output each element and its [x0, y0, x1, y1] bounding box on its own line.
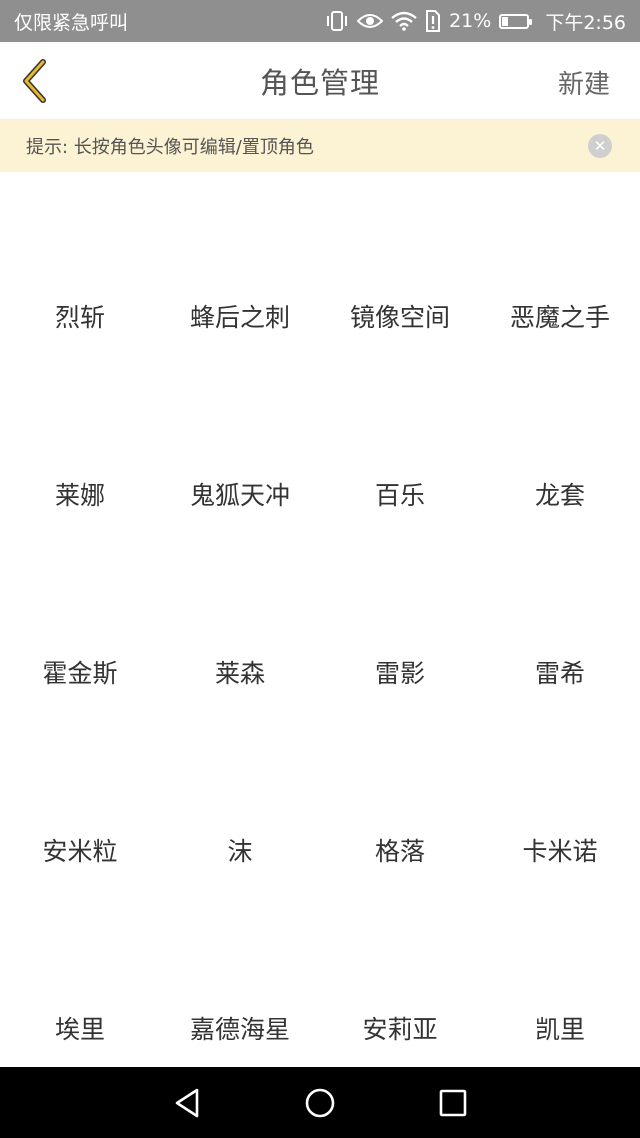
role-card[interactable]: 鬼狐天冲: [160, 382, 320, 560]
avatar[interactable]: [357, 382, 443, 468]
role-name: 莱娜: [54, 481, 105, 510]
avatar[interactable]: [197, 738, 283, 824]
role-card[interactable]: 卡米诺: [480, 738, 640, 916]
circle-home-icon[interactable]: [295, 1078, 345, 1128]
role-grid: 烈斩 蜂后之刺 镜像空间 恶魔之手莱娜 鬼狐天冲 百乐 龙套霍金斯 莱森 雷影 雷希安米粒 沫 格落 卡…: [0, 172, 640, 1067]
role-name: 安莉亚: [362, 1015, 438, 1044]
battery-icon: [499, 13, 533, 29]
role-name: 莱森: [214, 659, 265, 688]
carrier-text: 仅限紧急呼叫: [14, 11, 129, 34]
role-card[interactable]: 霍金斯: [0, 560, 160, 738]
role-card[interactable]: 蜂后之刺: [160, 204, 320, 382]
clock: 下午2:56: [545, 11, 626, 34]
eye-icon: [357, 9, 384, 33]
vibrate-icon: [325, 9, 349, 33]
role-card[interactable]: 沫: [160, 738, 320, 916]
system-nav-bar: [0, 1067, 640, 1138]
role-card[interactable]: 莱森: [160, 560, 320, 738]
avatar[interactable]: [517, 204, 603, 290]
battery-percent: 21%: [449, 10, 492, 32]
chevron-left-icon: [23, 59, 46, 103]
role-name: 霍金斯: [42, 659, 118, 688]
back-button[interactable]: [14, 56, 54, 106]
role-name: 卡米诺: [522, 837, 598, 866]
role-card[interactable]: 烈斩: [0, 204, 160, 382]
avatar[interactable]: [357, 204, 443, 290]
role-card[interactable]: 恶魔之手: [480, 204, 640, 382]
tip-text: 提示: 长按角色头像可编辑/置顶角色: [26, 137, 314, 158]
role-card[interactable]: 格落: [320, 738, 480, 916]
avatar[interactable]: [197, 560, 283, 646]
avatar[interactable]: [197, 382, 283, 468]
role-name: 雷希: [534, 659, 585, 688]
role-name: 嘉德海星: [189, 1015, 290, 1044]
avatar[interactable]: [517, 916, 603, 1002]
wifi-icon: [391, 9, 417, 33]
role-name: 埃里: [54, 1015, 105, 1044]
avatar[interactable]: [517, 560, 603, 646]
tip-banner: 提示: 长按角色头像可编辑/置顶角色 ✕: [0, 120, 640, 172]
avatar[interactable]: [37, 560, 123, 646]
role-card[interactable]: 龙套: [480, 382, 640, 560]
new-role-button[interactable]: 新建: [558, 64, 610, 101]
role-name: 镜像空间: [349, 303, 450, 332]
role-card[interactable]: 百乐: [320, 382, 480, 560]
role-name: 安米粒: [42, 837, 118, 866]
avatar[interactable]: [37, 738, 123, 824]
avatar[interactable]: [37, 916, 123, 1002]
square-recents-icon[interactable]: [428, 1078, 478, 1128]
status-icons: 21% 下午2:56: [325, 8, 626, 35]
role-name: 格落: [374, 837, 425, 866]
avatar[interactable]: [357, 738, 443, 824]
role-name: 雷影: [374, 659, 425, 688]
battery-level: [502, 16, 508, 26]
avatar[interactable]: [517, 738, 603, 824]
avatar[interactable]: [357, 560, 443, 646]
title-bar: 角色管理 新建: [0, 42, 640, 120]
page-title: 角色管理: [259, 65, 380, 100]
role-card[interactable]: 雷影: [320, 560, 480, 738]
role-card[interactable]: 莱娜: [0, 382, 160, 560]
avatar[interactable]: [357, 916, 443, 1002]
role-name: 烈斩: [54, 303, 105, 332]
role-name: 沫: [227, 837, 253, 866]
role-name: 蜂后之刺: [189, 303, 290, 332]
role-card[interactable]: 安米粒: [0, 738, 160, 916]
role-name: 鬼狐天冲: [189, 481, 290, 510]
role-name: 凯里: [534, 1015, 585, 1044]
role-card[interactable]: 镜像空间: [320, 204, 480, 382]
status-bar: 仅限紧急呼叫 21% 下午2:56: [0, 0, 640, 42]
triangle-back-icon[interactable]: [162, 1078, 212, 1128]
role-card[interactable]: 雷希: [480, 560, 640, 738]
role-name: 恶魔之手: [509, 303, 610, 332]
avatar[interactable]: [197, 916, 283, 1002]
role-name: 龙套: [534, 481, 585, 510]
avatar[interactable]: [37, 382, 123, 468]
sim-alert-icon: [425, 9, 441, 33]
role-name: 百乐: [374, 481, 425, 510]
close-icon[interactable]: ✕: [588, 134, 612, 158]
avatar[interactable]: [517, 382, 603, 468]
avatar[interactable]: [197, 204, 283, 290]
avatar[interactable]: [37, 204, 123, 290]
